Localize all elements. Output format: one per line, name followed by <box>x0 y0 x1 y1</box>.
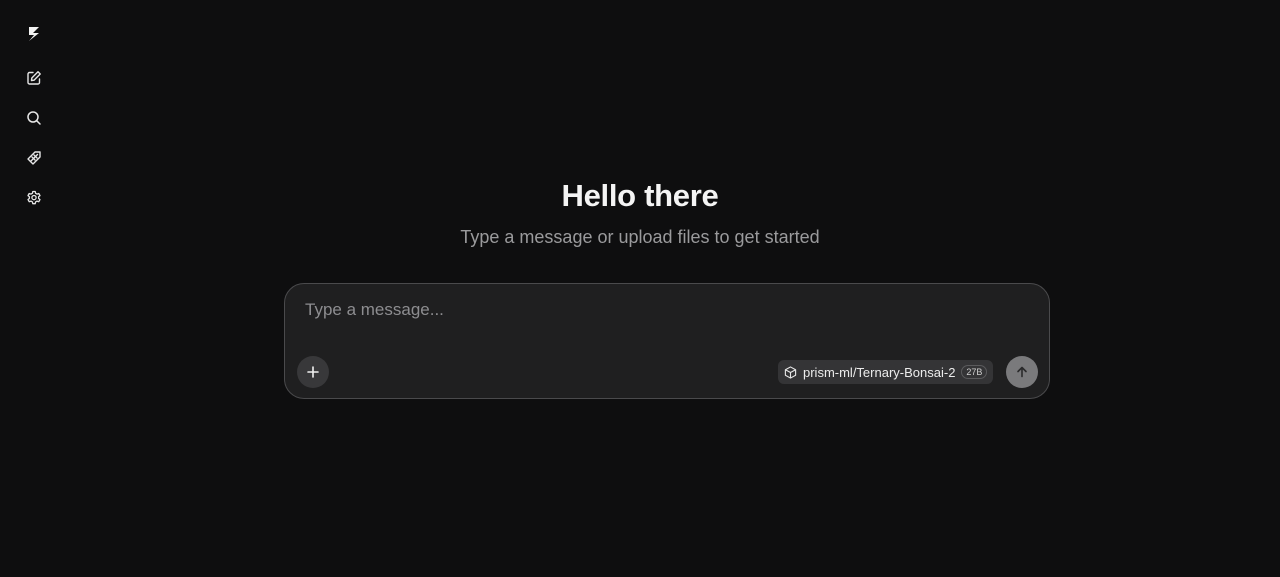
model-size-badge: 27B <box>961 365 988 379</box>
page-subtitle: Type a message or upload files to get st… <box>460 227 820 247</box>
message-composer: prism-ml/Ternary-Bonsai-2 27B <box>284 283 1050 399</box>
new-chat-icon <box>27 71 41 85</box>
logo-icon <box>29 27 39 41</box>
cube-icon <box>784 365 797 379</box>
model-name: prism-ml/Ternary-Bonsai-2 <box>803 364 956 380</box>
page-title: Hello there <box>561 178 719 213</box>
new-chat-button[interactable] <box>22 66 46 90</box>
logo-button[interactable] <box>22 22 46 46</box>
model-selector[interactable]: prism-ml/Ternary-Bonsai-2 27B <box>778 360 994 384</box>
arrow-up-icon <box>1017 366 1027 378</box>
attach-button[interactable] <box>297 356 329 388</box>
models-icon <box>27 151 41 165</box>
models-button[interactable] <box>22 146 46 170</box>
plus-icon <box>307 366 319 378</box>
sidebar <box>0 0 68 577</box>
search-icon <box>27 111 41 125</box>
search-button[interactable] <box>22 106 46 130</box>
send-button[interactable] <box>1006 356 1038 388</box>
app: Hello there Type a message or upload fil… <box>0 0 1280 577</box>
message-input[interactable] <box>305 298 1025 328</box>
